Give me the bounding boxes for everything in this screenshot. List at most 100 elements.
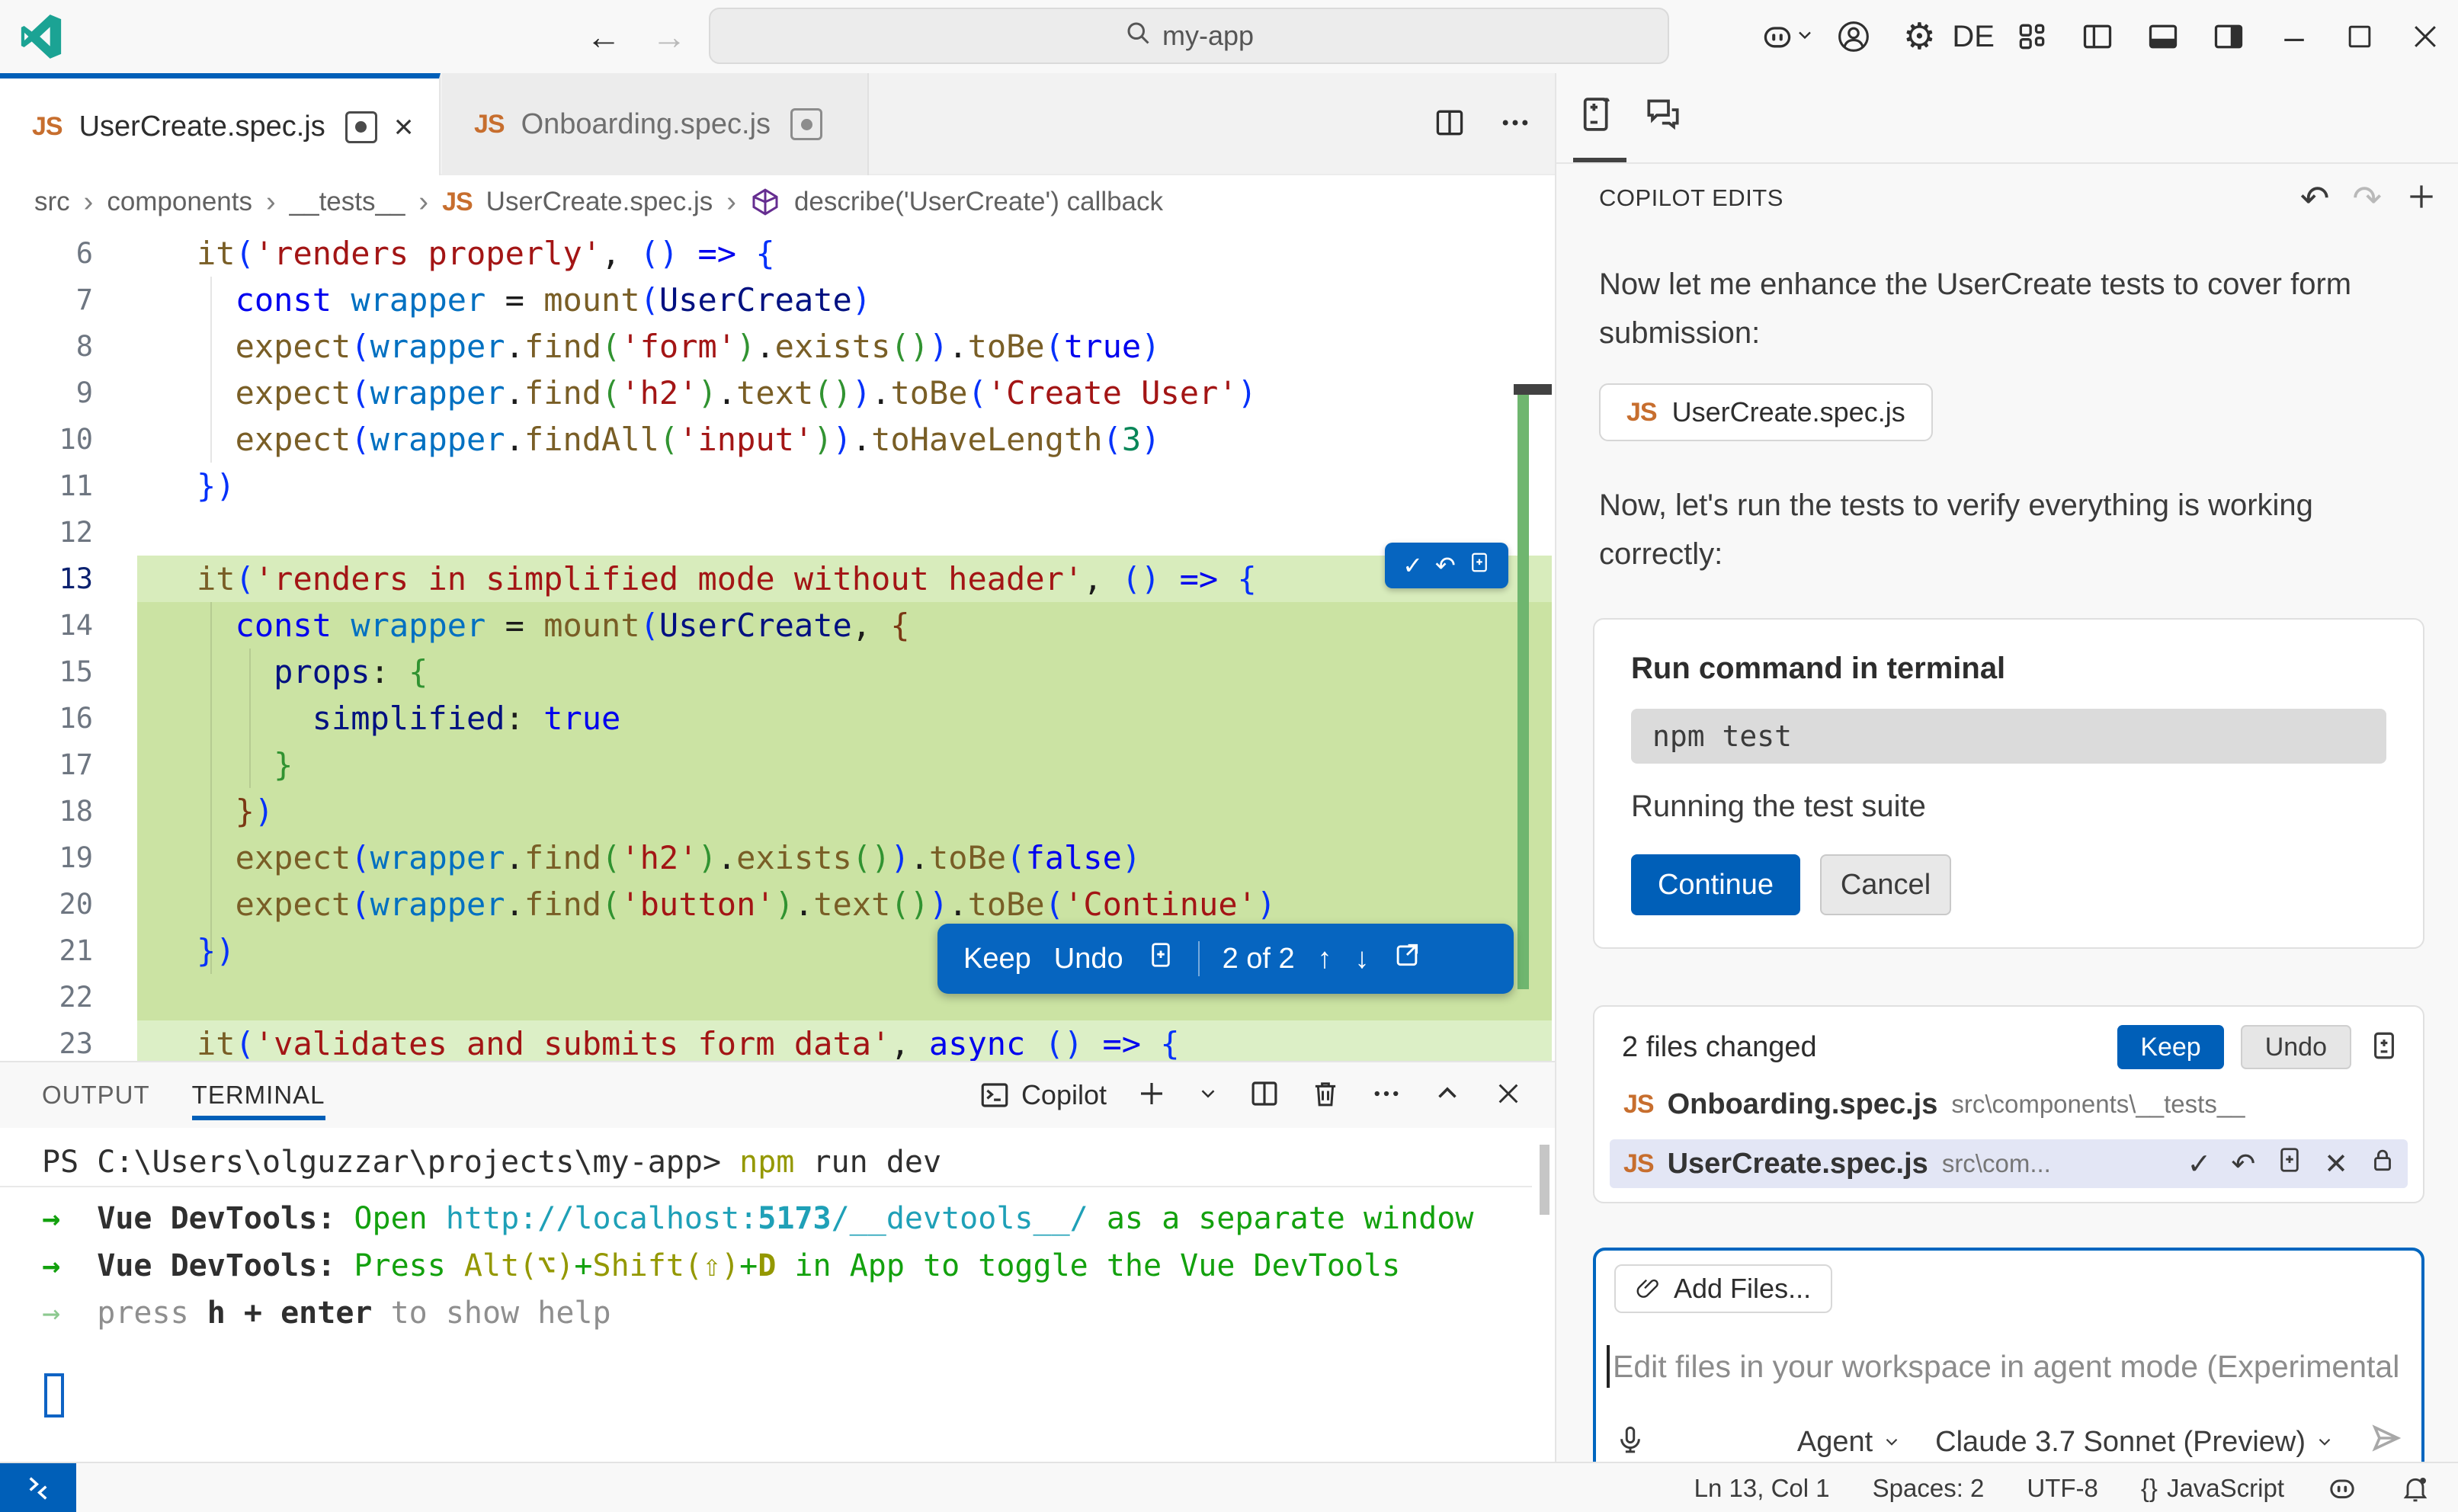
redo-edit-icon[interactable]: ↷ [2352,178,2382,219]
back-arrow-icon[interactable]: ← [581,14,627,59]
accept-file-check-icon[interactable]: ✓ [2187,1147,2211,1180]
notifications-bell-icon[interactable] [2400,1473,2431,1504]
terminal-scrollbar-thumb[interactable] [1540,1145,1549,1215]
chat-input-box[interactable]: Add Files... Edit files in your workspac… [1593,1248,2424,1462]
secondary-sidebar-tabs [1556,73,2458,164]
line-number: 7 [0,277,137,323]
file-name: Onboarding.spec.js [1668,1088,1938,1121]
indent-guide [210,277,212,463]
minimize-icon[interactable]: – [2261,0,2327,73]
settings-gear-icon[interactable]: ⚙ [1886,0,1952,73]
title-bar: ← → my-app ⚙ DE – [0,0,2458,73]
open-file-icon[interactable] [2275,1145,2304,1182]
breadcrumb-tests[interactable]: __tests__ [290,187,405,217]
encoding[interactable]: UTF-8 [2027,1474,2098,1503]
remote-indicator[interactable] [0,1463,76,1512]
undo-all-button[interactable]: Undo [2241,1025,2351,1069]
breadcrumb-symbol[interactable]: describe('UserCreate') callback [794,187,1163,217]
view-diff-icon[interactable] [2368,1030,2400,1065]
toggle-secondary-sidebar-icon[interactable] [2196,0,2261,73]
code-line-10: 10 expect(wrapper.findAll('input')).toHa… [0,416,1552,463]
split-editor-icon[interactable] [1433,106,1466,143]
panel-more-icon[interactable] [1370,1078,1402,1113]
copilot-edits-tab-icon[interactable] [1576,93,1619,139]
keep-all-button[interactable]: Keep [2117,1025,2223,1069]
code-editor[interactable]: 6it('renders properly', () => {7 const w… [0,229,1555,1061]
add-files-button[interactable]: Add Files... [1614,1264,1832,1313]
undo-edit-icon[interactable]: ↶ [2300,178,2330,219]
cursor-position[interactable]: Ln 13, Col 1 [1694,1474,1830,1503]
code-line-12: 12 [0,509,1552,556]
tab-onboarding-spec[interactable]: JS Onboarding.spec.js [442,73,869,175]
customize-layout-icon[interactable] [1999,0,2065,73]
split-terminal-icon[interactable] [1248,1078,1280,1113]
terminal-shell-item[interactable]: Copilot [979,1079,1107,1111]
terminal-dropdown-icon[interactable] [1197,1082,1219,1109]
previous-change-icon[interactable]: ↑ [1318,943,1332,975]
copilot-menu-icon[interactable] [1755,0,1821,73]
maximize-icon[interactable] [2327,0,2392,73]
modified-indicator-icon[interactable] [790,108,822,140]
discard-undo-icon[interactable]: ↶ [1435,551,1456,580]
cancel-button[interactable]: Cancel [1820,854,1951,915]
open-diff-icon[interactable] [1392,940,1421,977]
chevron-down-icon [2315,1432,2335,1452]
copilot-status-icon[interactable] [2327,1473,2357,1504]
send-icon[interactable] [2368,1420,2405,1462]
microphone-icon[interactable] [1614,1424,1646,1460]
account-icon[interactable] [1821,0,1886,73]
maximize-panel-icon[interactable] [1431,1078,1463,1113]
chat-tab-icon[interactable] [1642,93,1684,139]
accept-check-icon[interactable]: ✓ [1402,551,1423,580]
code-text: }) [137,463,1552,509]
keep-button[interactable]: Keep [963,943,1031,975]
command-center-search[interactable]: my-app [709,8,1669,64]
line-number: 22 [0,974,137,1020]
tab-terminal[interactable]: TERMINAL [192,1062,325,1128]
mode-label: Agent [1797,1426,1873,1459]
panel-title: COPILOT EDITS [1599,184,1783,212]
indentation[interactable]: Spaces: 2 [1873,1474,1985,1503]
new-terminal-icon[interactable] [1136,1078,1168,1113]
file-chip[interactable]: JS UserCreate.spec.js [1599,383,1933,441]
continue-button[interactable]: Continue [1631,854,1800,915]
terminal-panel[interactable]: OUTPUT TERMINAL Copilot PS C:\Users\olgu… [0,1061,1555,1462]
forward-arrow-icon[interactable]: → [646,14,692,59]
language-mode[interactable]: {} JavaScript [2141,1474,2284,1503]
lock-icon[interactable] [2368,1145,2397,1182]
file-add-icon[interactable] [1146,940,1175,977]
remove-file-icon[interactable]: ✕ [2324,1147,2348,1180]
tab-usercreate-spec[interactable]: JS UserCreate.spec.js × [0,73,441,175]
line-number: 21 [0,927,137,974]
mode-picker[interactable]: Agent [1797,1426,1902,1459]
terminal-cursor [44,1373,64,1418]
model-label: Claude 3.7 Sonnet (Preview) [1935,1426,2306,1459]
changed-file-row[interactable]: JS Onboarding.spec.js src\components\__t… [1610,1080,2408,1129]
breadcrumb-file[interactable]: UserCreate.spec.js [486,187,713,217]
js-file-icon: JS [1623,1090,1654,1120]
toggle-panel-icon[interactable] [2130,0,2196,73]
more-actions-icon[interactable] [1498,106,1532,143]
next-change-icon[interactable]: ↓ [1355,943,1370,975]
tab-output[interactable]: OUTPUT [42,1062,150,1128]
tab-close-icon[interactable]: × [394,108,414,146]
kill-terminal-trash-icon[interactable] [1309,1078,1341,1113]
change-position-label: 2 of 2 [1223,943,1295,975]
code-text: expect(wrapper.find('h2').text()).toBe('… [137,370,1552,416]
line-number: 13 [0,556,137,602]
code-line-15: 15 props: { [0,649,1552,695]
breadcrumb-src[interactable]: src [34,187,70,217]
breadcrumb-components[interactable]: components [107,187,252,217]
file-edit-icon[interactable] [1468,551,1491,580]
toggle-primary-sidebar-icon[interactable] [2065,0,2130,73]
undo-button[interactable]: Undo [1054,943,1123,975]
discard-file-undo-icon[interactable]: ↶ [2231,1147,2255,1180]
new-session-plus-icon[interactable] [2405,180,2438,217]
close-panel-icon[interactable] [1492,1078,1524,1113]
chat-text-input[interactable]: Edit files in your workspace in agent mo… [1607,1342,2414,1391]
changed-file-row-selected[interactable]: JS UserCreate.spec.js src\com... ✓ ↶ ✕ [1610,1139,2408,1188]
window-close-icon[interactable] [2392,0,2458,73]
scrollbar-thumb[interactable] [1514,384,1552,395]
modified-indicator-icon[interactable] [345,111,377,143]
model-picker[interactable]: Claude 3.7 Sonnet (Preview) [1935,1426,2335,1459]
